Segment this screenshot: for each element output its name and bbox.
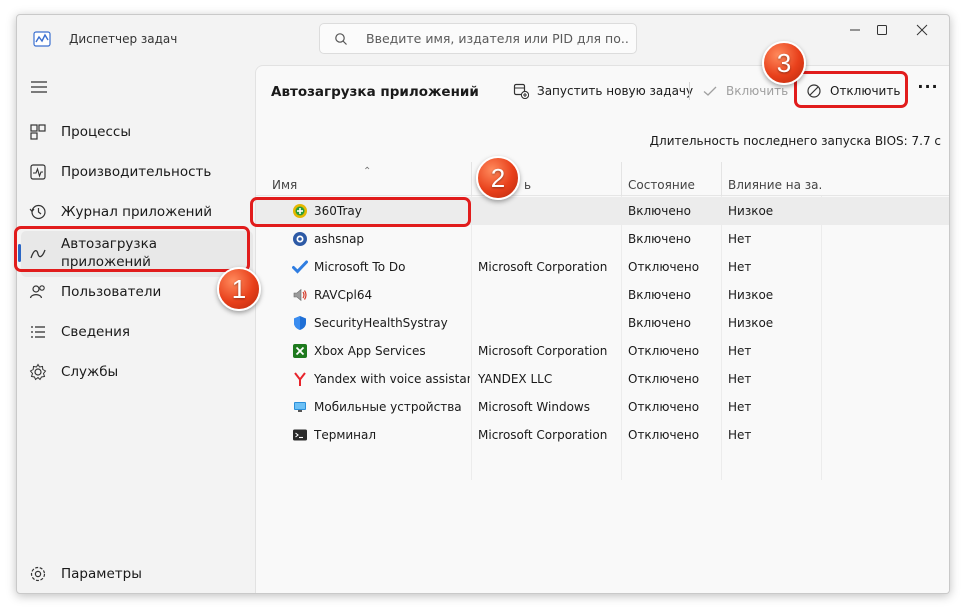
title-bar: Диспетчер задач Введите имя, издателя ил… [17, 15, 949, 63]
run-new-task-button[interactable]: Запустить новую задачу [513, 80, 693, 102]
step-badge-2: 2 [476, 156, 520, 200]
terminal-icon [293, 429, 307, 441]
sidebar-item-processes[interactable]: Процессы [17, 113, 254, 149]
details-icon [31, 326, 45, 338]
speaker-icon [293, 288, 307, 302]
table-row[interactable]: Xbox App Services Microsoft Corporation … [256, 337, 949, 365]
window-title: Диспетчер задач [69, 32, 178, 46]
run-new-task-label: Запустить новую задачу [537, 84, 694, 98]
close-button[interactable] [902, 19, 942, 41]
search-icon [335, 33, 347, 45]
sidebar-item-label: Службы [61, 364, 119, 380]
mobile-devices-icon [294, 402, 306, 412]
search-box[interactable]: Введите имя, издателя или PID для по... [319, 23, 637, 54]
maximize-icon [877, 25, 887, 35]
gear-icon [30, 566, 46, 582]
search-input[interactable]: Введите имя, издателя или PID для по... [366, 31, 628, 46]
sort-up-icon: ⌃ [363, 166, 372, 177]
users-icon [29, 285, 45, 299]
sidebar-item-settings[interactable]: Параметры [17, 555, 254, 591]
new-task-icon [513, 83, 529, 99]
table-row[interactable]: RAVCpl64 Включено Низкое [256, 281, 949, 309]
column-header-state[interactable]: Состояние [621, 162, 721, 196]
maximize-button[interactable] [862, 19, 902, 41]
processes-icon [30, 124, 46, 140]
table-row[interactable]: Терминал Microsoft Corporation Отключено… [256, 421, 949, 449]
sidebar-item-app-history[interactable]: Журнал приложений [17, 193, 254, 229]
shield-icon [294, 316, 306, 330]
column-header-impact[interactable]: Влияние на за... [721, 162, 821, 196]
table-row[interactable]: Microsoft To Do Microsoft Corporation От… [256, 253, 949, 281]
highlight-disable-button [794, 71, 908, 108]
ashsnap-icon [293, 232, 307, 246]
close-icon [916, 24, 928, 36]
step-badge-3: 3 [762, 41, 806, 85]
bios-duration: Длительность последнего запуска BIOS: 7.… [649, 134, 941, 148]
enable-label: Включить [726, 84, 789, 98]
hamburger-menu-icon[interactable] [29, 79, 49, 95]
sidebar-item-label: Журнал приложений [61, 204, 213, 220]
task-manager-app-icon [33, 31, 51, 47]
table-row[interactable]: Мобильные устройства Microsoft Windows О… [256, 393, 949, 421]
step-badge-1: 1 [217, 267, 261, 311]
sidebar-item-services[interactable]: Службы [17, 353, 254, 389]
sidebar-item-label: Процессы [61, 124, 131, 140]
page-title: Автозагрузка приложений [271, 84, 479, 100]
table-row[interactable]: ashsnap Включено Нет [256, 225, 949, 253]
startup-apps-panel: Автозагрузка приложений Запустить новую … [255, 65, 949, 593]
more-options-button[interactable]: ··· [916, 79, 940, 100]
column-header-name[interactable]: Имя ⌃ [266, 162, 471, 196]
table-row[interactable]: Yandex with voice assistan... YANDEX LLC… [256, 365, 949, 393]
todo-check-icon [292, 260, 308, 274]
history-icon [29, 204, 46, 220]
checkmark-icon [703, 86, 717, 96]
sidebar-item-details[interactable]: Сведения [17, 313, 254, 349]
table-header: Имя ⌃ ь Состояние Влияние на за... [256, 162, 949, 196]
sidebar-item-performance[interactable]: Производительность [17, 153, 254, 189]
toolbar-divider [689, 82, 690, 100]
sidebar-item-label: Сведения [61, 324, 131, 340]
xbox-icon [293, 344, 307, 358]
performance-icon [30, 164, 46, 180]
sidebar-item-label: Пользователи [61, 284, 162, 300]
sidebar-item-label: Параметры [61, 566, 142, 582]
highlight-360tray-row [250, 197, 471, 227]
yandex-icon [294, 372, 306, 386]
table-row[interactable]: SecurityHealthSystray Включено Низкое [256, 309, 949, 337]
services-icon [29, 363, 47, 381]
minimize-icon [850, 29, 860, 31]
sidebar-item-label: Производительность [61, 164, 212, 180]
highlight-startup-apps [14, 226, 250, 272]
